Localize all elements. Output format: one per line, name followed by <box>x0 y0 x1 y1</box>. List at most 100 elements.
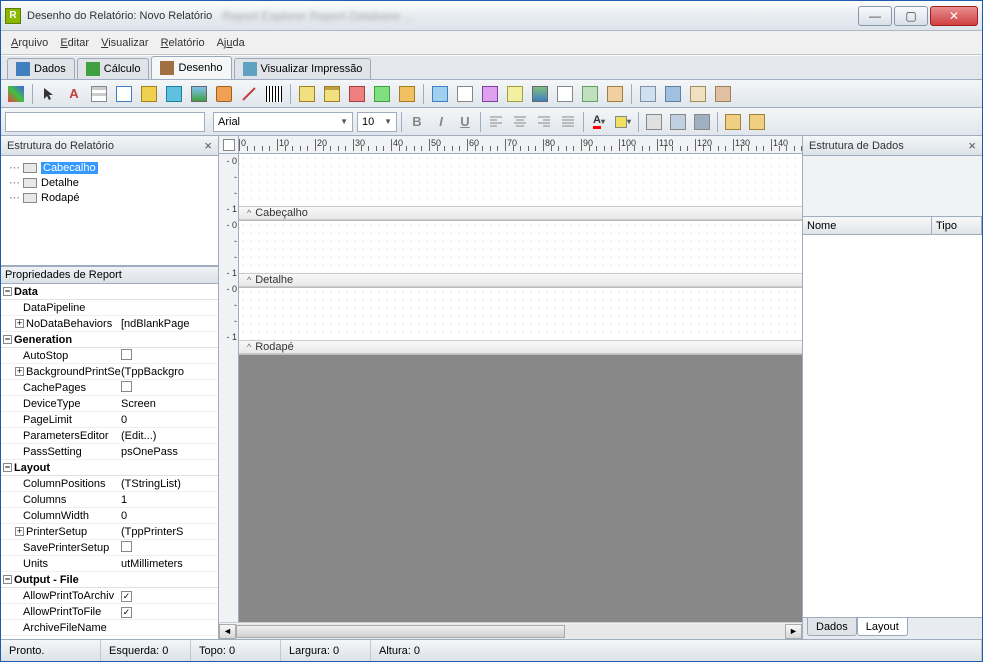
horizontal-ruler[interactable]: 0102030405060708090100110120130140150 <box>239 136 802 153</box>
menu-editar[interactable]: Editar <box>60 37 89 49</box>
close-button[interactable]: ✕ <box>930 6 978 26</box>
data-fields-grid[interactable]: Nome Tipo <box>803 216 982 617</box>
status-height: Altura: 0 <box>371 640 982 661</box>
tool-2d[interactable] <box>604 83 626 105</box>
tool-pointer[interactable] <box>38 83 60 105</box>
tab-dados[interactable]: Dados <box>7 58 75 79</box>
tool-line[interactable] <box>238 83 260 105</box>
tool-barcode[interactable] <box>263 83 285 105</box>
tool-image[interactable] <box>188 83 210 105</box>
object-name-input[interactable] <box>5 112 205 132</box>
chevron-down-icon: ▼ <box>384 117 392 126</box>
tool-ext1[interactable] <box>637 83 659 105</box>
send-back-button[interactable] <box>691 111 713 133</box>
properties-grid[interactable]: −Data DataPipeline +NoDataBehaviors[ndBl… <box>1 284 218 639</box>
tool-checkbox[interactable] <box>554 83 576 105</box>
report-tree[interactable]: ⋯Cabecalho ⋯Detalhe ⋯Rodapé <box>1 156 218 266</box>
tool-memo[interactable] <box>88 83 110 105</box>
horizontal-scrollbar[interactable]: ◄ ► <box>219 622 802 639</box>
tool-ext2[interactable] <box>662 83 684 105</box>
design-icon <box>160 61 174 75</box>
vertical-ruler[interactable]: - 0--- 1- 0--- 1- 0--- 1 <box>219 154 239 622</box>
minimize-button[interactable]: — <box>858 6 892 26</box>
allowarchive-checkbox[interactable]: ✓ <box>121 591 132 602</box>
tool-dbimage[interactable] <box>371 83 393 105</box>
tool-label[interactable]: A <box>63 83 85 105</box>
font-color-button[interactable]: A▾ <box>588 111 610 133</box>
anchors-button[interactable] <box>643 111 665 133</box>
tool-region[interactable] <box>429 83 451 105</box>
tool-dbbarcode[interactable] <box>396 83 418 105</box>
calc-icon <box>86 62 100 76</box>
tool-richtext[interactable] <box>113 83 135 105</box>
right-panel: Estrutura de Dados × Nome Tipo Dados Lay… <box>802 136 982 639</box>
tool-sysvar[interactable] <box>138 83 160 105</box>
column-tipo[interactable]: Tipo <box>932 217 982 234</box>
tree-item-detalhe[interactable]: ⋯Detalhe <box>5 175 214 190</box>
tool-palette[interactable] <box>5 83 27 105</box>
tab-dados-bottom[interactable]: Dados <box>807 618 857 636</box>
tool-teechart[interactable] <box>579 83 601 105</box>
tool-pagebreak[interactable] <box>479 83 501 105</box>
close-panel-icon[interactable]: × <box>204 138 212 153</box>
column-nome[interactable]: Nome <box>803 217 932 234</box>
align-right-button[interactable] <box>533 111 555 133</box>
menu-visualizar[interactable]: Visualizar <box>101 37 149 49</box>
tool-ext3[interactable] <box>687 83 709 105</box>
italic-button[interactable]: I <box>430 111 452 133</box>
menu-ajuda[interactable]: Ajuda <box>217 37 245 49</box>
tree-item-rodape[interactable]: ⋯Rodapé <box>5 190 214 205</box>
font-name-select[interactable]: Arial▼ <box>213 112 353 132</box>
tab-calculo[interactable]: Cálculo <box>77 58 150 79</box>
align-justify-button[interactable] <box>557 111 579 133</box>
maximize-button[interactable]: ▢ <box>894 6 928 26</box>
app-icon: R <box>5 8 21 24</box>
bold-button[interactable]: B <box>406 111 428 133</box>
extra1-button[interactable] <box>722 111 744 133</box>
align-left-button[interactable] <box>485 111 507 133</box>
menu-arquivo[interactable]: Arquivo <box>11 37 48 49</box>
cachepages-checkbox[interactable] <box>121 381 132 392</box>
view-tabs: Dados Cálculo Desenho Visualizar Impress… <box>1 55 982 80</box>
band-rodape[interactable]: Rodapé <box>239 288 802 355</box>
tool-dbcalc[interactable] <box>346 83 368 105</box>
band-cabecalho[interactable]: Cabeçalho <box>239 154 802 221</box>
tool-ext4[interactable] <box>712 83 734 105</box>
design-canvas[interactable]: Cabeçalho Detalhe Rodapé <box>239 154 802 622</box>
design-surface: 0102030405060708090100110120130140150 - … <box>219 136 802 639</box>
extra2-button[interactable] <box>746 111 768 133</box>
tool-dbmemo[interactable] <box>321 83 343 105</box>
tool-shape[interactable] <box>213 83 235 105</box>
align-center-button[interactable] <box>509 111 531 133</box>
menu-relatorio[interactable]: Relatório <box>161 37 205 49</box>
tab-preview[interactable]: Visualizar Impressão <box>234 58 372 79</box>
statusbar: Pronto. Esquerda: 0 Topo: 0 Largura: 0 A… <box>1 639 982 661</box>
tab-desenho[interactable]: Desenho <box>151 56 231 79</box>
status-left: Esquerda: 0 <box>101 640 191 661</box>
bring-front-button[interactable] <box>667 111 689 133</box>
autostop-checkbox[interactable] <box>121 349 132 360</box>
preview-icon <box>243 62 257 76</box>
scroll-thumb[interactable] <box>236 625 565 638</box>
titlebar: R Desenho do Relatório: Novo Relatório R… <box>1 1 982 31</box>
tool-variable[interactable] <box>163 83 185 105</box>
highlight-button[interactable]: ▾ <box>612 111 634 133</box>
underline-button[interactable]: U <box>454 111 476 133</box>
band-detalhe[interactable]: Detalhe <box>239 221 802 288</box>
font-size-select[interactable]: 10▼ <box>357 112 397 132</box>
saveprinter-checkbox[interactable] <box>121 541 132 552</box>
tool-crosstab[interactable] <box>504 83 526 105</box>
tool-dbtext[interactable] <box>296 83 318 105</box>
scroll-left-button[interactable]: ◄ <box>219 624 236 639</box>
tree-panel-header: Estrutura do Relatório × <box>1 136 218 156</box>
ruler-corner[interactable] <box>219 136 239 153</box>
app-window: R Desenho do Relatório: Novo Relatório R… <box>0 0 983 662</box>
tool-subreport[interactable] <box>454 83 476 105</box>
scroll-right-button[interactable]: ► <box>785 624 802 639</box>
allowfile-checkbox[interactable]: ✓ <box>121 607 132 618</box>
tool-chart[interactable] <box>529 83 551 105</box>
close-panel-icon[interactable]: × <box>968 138 976 153</box>
component-toolbar: A <box>1 80 982 108</box>
tab-layout-bottom[interactable]: Layout <box>857 618 908 636</box>
tree-item-cabecalho[interactable]: ⋯Cabecalho <box>5 160 214 175</box>
